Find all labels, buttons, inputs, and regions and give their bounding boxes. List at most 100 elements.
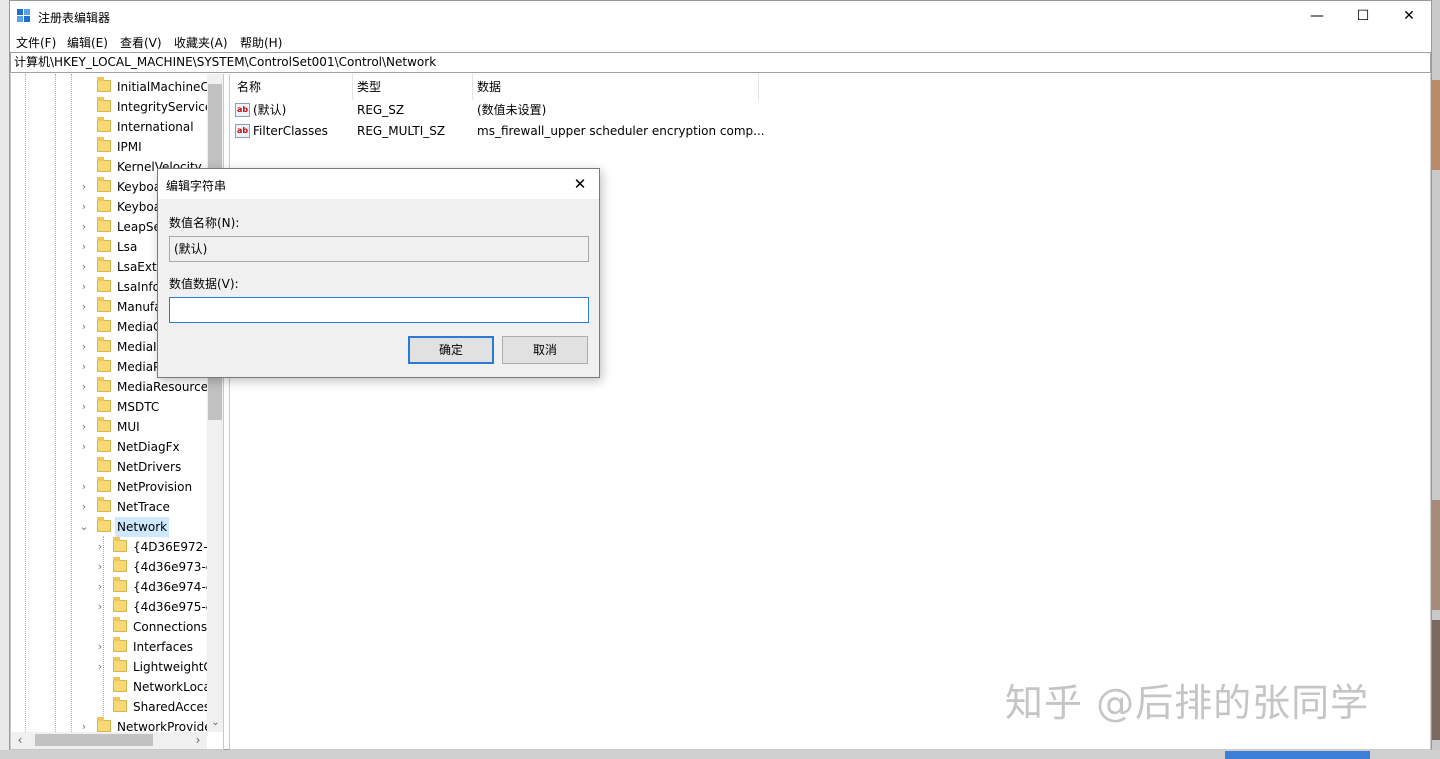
tree-hscroll-thumb[interactable]: [35, 734, 153, 746]
folder-icon: [97, 217, 111, 232]
column-data[interactable]: 数据: [477, 78, 501, 95]
tree-item[interactable]: InitialMachineCo: [11, 77, 216, 97]
scroll-left-arrow-icon[interactable]: ‹: [13, 732, 27, 749]
folder-icon: [113, 637, 127, 652]
collapse-chevron-icon[interactable]: ⌄: [79, 517, 89, 537]
folder-icon: [97, 97, 111, 112]
value-row[interactable]: ab FilterClasses REG_MULTI_SZ ms_firewal…: [230, 121, 830, 142]
string-value-icon: ab: [235, 124, 250, 138]
expand-chevron-icon[interactable]: ›: [79, 257, 89, 277]
tree-item-label: SharedAcces: [133, 700, 211, 714]
expand-chevron-icon[interactable]: ›: [79, 417, 89, 437]
tree-item[interactable]: ⌄ Network: [11, 517, 207, 537]
cancel-button[interactable]: 取消: [502, 336, 588, 364]
tree-item[interactable]: › {4d36e974-e: [11, 577, 213, 597]
expand-chevron-icon[interactable]: ›: [79, 437, 89, 457]
value-row[interactable]: ab (默认) REG_SZ (数值未设置): [230, 100, 830, 121]
tree-item[interactable]: › LightweightC: [11, 657, 212, 677]
tree-item-label: MSDTC: [117, 400, 160, 414]
folder-icon: [97, 437, 111, 452]
background-right: [1432, 0, 1440, 759]
column-name[interactable]: 名称: [237, 78, 261, 95]
folder-icon: [97, 417, 111, 432]
title-bar[interactable]: 注册表编辑器 — ☐ ✕: [10, 1, 1431, 31]
expand-chevron-icon[interactable]: ›: [95, 657, 105, 677]
menu-edit[interactable]: 编辑(E): [67, 34, 108, 51]
close-button[interactable]: ✕: [1386, 1, 1432, 31]
value-name-field: (默认): [169, 236, 589, 262]
expand-chevron-icon[interactable]: ›: [79, 177, 89, 197]
ok-button[interactable]: 确定: [408, 336, 494, 364]
expand-chevron-icon[interactable]: ›: [95, 557, 105, 577]
tree-item-label: Lsa: [117, 240, 138, 254]
menu-view[interactable]: 查看(V): [120, 34, 162, 51]
scroll-down-arrow-icon[interactable]: ⌄: [207, 717, 223, 731]
expand-chevron-icon[interactable]: ›: [79, 357, 89, 377]
string-value-icon: ab: [235, 103, 250, 117]
menu-favorites[interactable]: 收藏夹(A): [174, 34, 228, 51]
tree-item[interactable]: Connections: [11, 617, 207, 637]
minimize-button[interactable]: —: [1294, 1, 1340, 31]
expand-chevron-icon[interactable]: ›: [79, 197, 89, 217]
folder-icon: [113, 697, 127, 712]
menu-file[interactable]: 文件(F): [16, 34, 56, 51]
expand-chevron-icon[interactable]: ›: [79, 297, 89, 317]
tree-item[interactable]: › MediaResources: [11, 377, 214, 397]
expand-chevron-icon[interactable]: ›: [95, 637, 105, 657]
menu-help[interactable]: 帮助(H): [240, 34, 282, 51]
expand-chevron-icon[interactable]: ›: [79, 277, 89, 297]
tree-item[interactable]: IntegrityServices: [11, 97, 219, 117]
expand-chevron-icon[interactable]: ›: [79, 317, 89, 337]
dialog-close-icon[interactable]: ✕: [565, 169, 595, 199]
expand-chevron-icon[interactable]: ›: [79, 477, 89, 497]
tree-item[interactable]: NetworkLoca: [11, 677, 211, 697]
value-type: REG_SZ: [357, 103, 405, 117]
tree-item[interactable]: › {4D36E972-E: [11, 537, 215, 557]
scroll-right-arrow-icon[interactable]: ›: [191, 732, 205, 749]
dialog-title-bar[interactable]: 编辑字符串 ✕: [158, 169, 599, 199]
tree-item[interactable]: › NetTrace: [11, 497, 207, 517]
expand-chevron-icon[interactable]: ›: [95, 537, 105, 557]
expand-chevron-icon[interactable]: ›: [79, 397, 89, 417]
expand-chevron-icon[interactable]: ›: [79, 217, 89, 237]
expand-chevron-icon[interactable]: ›: [79, 377, 89, 397]
value-data-input[interactable]: [169, 297, 589, 323]
tree-item[interactable]: › NetDiagFx: [11, 437, 207, 457]
folder-icon: [97, 297, 111, 312]
folder-icon: [97, 517, 111, 532]
folder-icon: [97, 237, 111, 252]
tree-item-label: IPMI: [117, 140, 142, 154]
expand-chevron-icon[interactable]: ›: [79, 337, 89, 357]
expand-chevron-icon[interactable]: ›: [95, 597, 105, 617]
folder-icon: [113, 537, 127, 552]
expand-chevron-icon[interactable]: ›: [79, 497, 89, 517]
folder-icon: [97, 497, 111, 512]
tree-item[interactable]: › {4d36e973-e: [11, 557, 213, 577]
expand-chevron-icon[interactable]: ›: [79, 237, 89, 257]
address-bar[interactable]: 计算机\HKEY_LOCAL_MACHINE\SYSTEM\ControlSet…: [10, 52, 1431, 73]
maximize-button[interactable]: ☐: [1340, 1, 1386, 31]
tree-item-label: Network: [115, 517, 170, 537]
tree-item[interactable]: › MSDTC: [11, 397, 207, 417]
regedit-icon: [17, 9, 31, 23]
folder-icon: [97, 77, 111, 92]
tree-item[interactable]: › Interfaces: [11, 637, 207, 657]
tree-item[interactable]: IPMI: [11, 137, 207, 157]
folder-icon: [97, 137, 111, 152]
folder-icon: [97, 457, 111, 472]
value-data: ms_firewall_upper scheduler encryption c…: [477, 124, 765, 138]
tree-item[interactable]: › MUI: [11, 417, 207, 437]
tree-item[interactable]: › {4d36e975-e: [11, 597, 213, 617]
menu-bar: 文件(F) 编辑(E) 查看(V) 收藏夹(A) 帮助(H): [10, 31, 1431, 51]
column-type[interactable]: 类型: [357, 78, 381, 95]
taskbar-fragment: [0, 750, 1440, 759]
tree-item[interactable]: NetDrivers: [11, 457, 207, 477]
folder-icon: [113, 557, 127, 572]
folder-icon: [97, 477, 111, 492]
tree-item[interactable]: › NetProvision: [11, 477, 207, 497]
tree-item[interactable]: International: [11, 117, 207, 137]
expand-chevron-icon[interactable]: ›: [95, 577, 105, 597]
tree-horizontal-scrollbar[interactable]: ‹ ›: [11, 732, 207, 749]
tree-item[interactable]: SharedAcces: [11, 697, 211, 717]
tree-item-label: MediaResources: [117, 380, 215, 394]
